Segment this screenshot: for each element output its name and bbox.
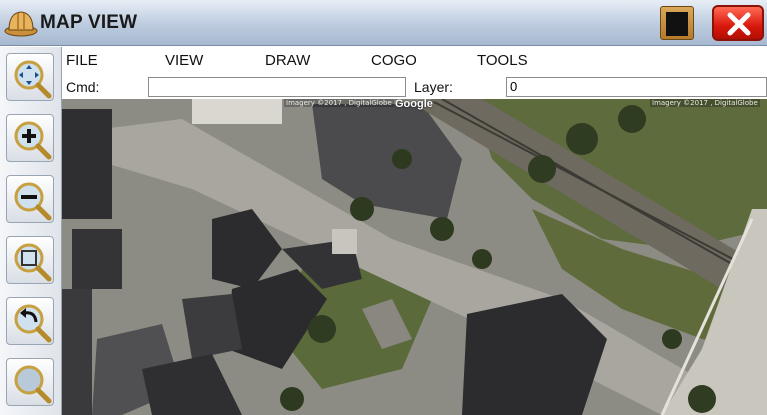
title-bar: MAP VIEW bbox=[0, 0, 767, 46]
map-canvas[interactable]: Imagery ©2017 , DigitalGlobe Google Imag… bbox=[62, 99, 767, 415]
window-title: MAP VIEW bbox=[40, 12, 138, 33]
zoom-window-icon bbox=[14, 243, 52, 282]
imagery-credit-left: Imagery ©2017 , DigitalGlobe bbox=[284, 99, 394, 107]
zoom-in-icon bbox=[14, 121, 52, 160]
menu-tools[interactable]: TOOLS bbox=[477, 52, 528, 69]
zoom-extents-icon bbox=[14, 365, 52, 404]
menu-bar: FILE VIEW DRAW COGO TOOLS bbox=[62, 47, 767, 75]
left-toolbar bbox=[0, 47, 62, 415]
cmd-label: Cmd: bbox=[66, 79, 100, 95]
close-button[interactable] bbox=[712, 5, 764, 41]
imagery-credit-right: Imagery ©2017 , DigitalGlobe bbox=[650, 99, 760, 107]
pan-button[interactable] bbox=[6, 53, 54, 101]
pan-icon bbox=[14, 60, 52, 99]
clipboard-icon bbox=[666, 12, 688, 36]
command-bar: Cmd: Layer: 0 bbox=[62, 75, 767, 99]
satellite-imagery bbox=[62, 99, 767, 415]
zoom-in-button[interactable] bbox=[6, 114, 54, 162]
zoom-extents-button[interactable] bbox=[6, 358, 54, 406]
menu-cogo[interactable]: COGO bbox=[371, 52, 417, 69]
zoom-out-icon bbox=[14, 182, 52, 221]
layer-label: Layer: bbox=[414, 79, 453, 95]
menu-file[interactable]: FILE bbox=[66, 52, 98, 69]
zoom-previous-icon bbox=[14, 304, 52, 343]
google-logo: Google bbox=[395, 99, 433, 110]
zoom-out-button[interactable] bbox=[6, 175, 54, 223]
menu-view[interactable]: VIEW bbox=[165, 52, 203, 69]
command-input[interactable] bbox=[148, 77, 406, 97]
layer-field[interactable]: 0 bbox=[506, 77, 767, 97]
clipboard-button[interactable] bbox=[660, 6, 694, 40]
zoom-previous-button[interactable] bbox=[6, 297, 54, 345]
menu-draw[interactable]: DRAW bbox=[265, 52, 310, 69]
hardhat-icon bbox=[4, 11, 38, 37]
zoom-window-button[interactable] bbox=[6, 236, 54, 284]
close-icon bbox=[727, 12, 751, 36]
